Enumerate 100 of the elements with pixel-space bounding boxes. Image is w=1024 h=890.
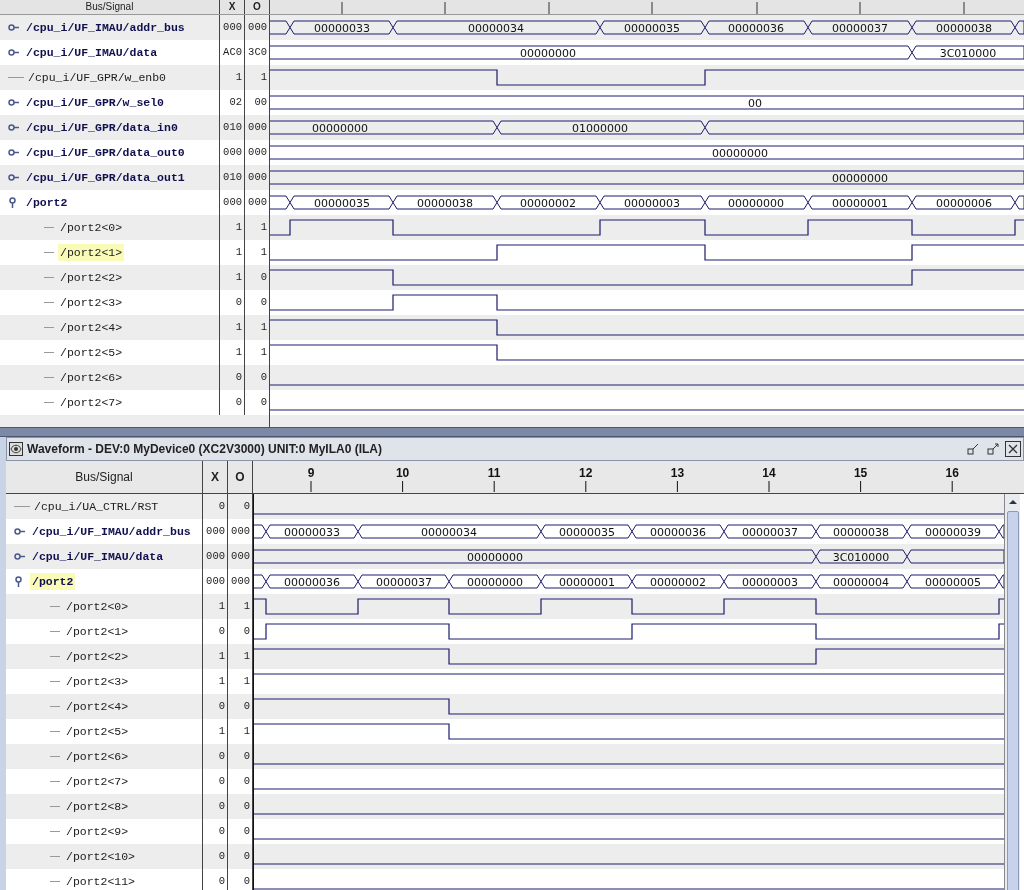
o-value: 0	[243, 498, 250, 514]
x-value: 0	[218, 698, 225, 714]
x-value: 000	[206, 548, 225, 564]
bus-value: 00000001	[559, 575, 615, 589]
signal-name[interactable]: /port2<7>	[64, 772, 131, 791]
signal-name[interactable]: /cpu_i/UF_GPR/data_in0	[24, 118, 180, 137]
x-value: 1	[235, 244, 242, 260]
x-value: 0	[218, 798, 225, 814]
collapsed-node-icon[interactable]	[8, 149, 19, 156]
scrollbar-thumb[interactable]	[1006, 511, 1019, 890]
bus-value: 00000033	[284, 525, 340, 539]
close-button[interactable]	[1005, 441, 1021, 457]
o-value: 0	[243, 773, 250, 789]
signal-name[interactable]: /port2<5>	[64, 722, 131, 741]
bus-value: 00000003	[742, 575, 798, 589]
signal-name[interactable]: /cpu_i/UF_IMAU/addr_bus	[30, 522, 193, 541]
ruler-tick: 15	[853, 466, 868, 493]
signal-name[interactable]: /port2<5>	[58, 343, 125, 362]
bus-value: 00000035	[624, 21, 680, 35]
signal-name[interactable]: /cpu_i/UF_GPR/data_out1	[24, 168, 187, 187]
x-value: 1	[218, 598, 225, 614]
column-header[interactable]: X	[211, 468, 219, 486]
signal-name[interactable]: /port2<9>	[64, 822, 131, 841]
o-value: 0	[260, 369, 267, 385]
collapsed-node-icon[interactable]	[14, 528, 25, 535]
ruler-tick: 11	[487, 466, 501, 493]
o-value: 1	[260, 69, 267, 85]
o-value: 000	[248, 144, 267, 160]
x-value: 010	[223, 169, 242, 185]
bus-value: 00000000	[520, 46, 576, 60]
bus-value: 00000035	[559, 525, 615, 539]
bus-value: 00000036	[728, 21, 784, 35]
signal-name[interactable]: /cpu_i/UF_IMAU/data	[24, 43, 160, 62]
signal-name[interactable]: /port2<6>	[58, 368, 125, 387]
x-value: 0	[218, 498, 225, 514]
signal-name[interactable]: /port2<2>	[64, 647, 131, 666]
o-value: 000	[231, 523, 250, 539]
app-icon	[9, 442, 23, 456]
signal-name[interactable]: /port2<6>	[64, 747, 131, 766]
expanded-node-icon[interactable]	[14, 576, 23, 587]
x-value: 0	[218, 773, 225, 789]
column-header[interactable]: O	[235, 468, 245, 486]
o-value: 0	[243, 748, 250, 764]
column-header[interactable]: Bus/Signal	[75, 468, 133, 486]
signal-name[interactable]: /cpu_i/UF_GPR/data_out0	[24, 143, 187, 162]
collapsed-node-icon[interactable]	[8, 124, 19, 131]
bus-value: 00000001	[832, 196, 888, 210]
signal-name[interactable]: /cpu_i/UF_GPR/w_sel0	[24, 93, 167, 112]
signal-name[interactable]: /cpu_i/UF_GPR/w_enb0	[26, 68, 169, 87]
x-value: 1	[218, 673, 225, 689]
x-value: 0	[235, 394, 242, 410]
collapsed-node-icon[interactable]	[14, 553, 25, 560]
signal-name[interactable]: /cpu_i/UF_IMAU/addr_bus	[24, 18, 187, 37]
bus-value: 00000000	[467, 550, 523, 564]
collapsed-node-icon[interactable]	[8, 99, 19, 106]
collapsed-node-icon[interactable]	[8, 24, 19, 31]
ruler-tick: 14	[762, 466, 776, 493]
vertical-scrollbar[interactable]	[1004, 494, 1020, 890]
signal-name[interactable]: /port2<1>	[58, 243, 125, 262]
expanded-node-icon[interactable]	[8, 197, 17, 208]
signal-name[interactable]: /port2<0>	[64, 597, 131, 616]
o-value: 1	[243, 598, 250, 614]
column-header[interactable]: O	[253, 2, 261, 12]
bus-value: 00000038	[833, 525, 889, 539]
column-header[interactable]: X	[228, 2, 236, 12]
signal-name[interactable]: /cpu_i/UA_CTRL/RST	[32, 497, 161, 516]
signal-name[interactable]: /port2<7>	[58, 393, 125, 412]
signal-name[interactable]: /port2<2>	[58, 268, 125, 287]
signal-name[interactable]: /port2<3>	[64, 672, 131, 691]
signal-name[interactable]: /port2<10>	[64, 847, 137, 866]
signal-name[interactable]: /port2<0>	[58, 218, 125, 237]
x-value: 1	[235, 269, 242, 285]
window-title: Waveform - DEV:0 MyDevice0 (XC2V3000) UNIT:0 MyILA0 (ILA)	[27, 441, 382, 458]
signal-name[interactable]: /port2	[30, 572, 76, 591]
signal-name[interactable]: /cpu_i/UF_IMAU/data	[30, 547, 166, 566]
ruler-tick: 16	[945, 466, 959, 493]
scroll-up-icon[interactable]	[1007, 497, 1018, 507]
bus-value: 00000003	[624, 196, 680, 210]
x-value: 1	[218, 723, 225, 739]
bus-value: 00000006	[936, 196, 992, 210]
collapsed-node-icon[interactable]	[8, 49, 19, 56]
minimize-button[interactable]	[965, 441, 981, 457]
maximize-button[interactable]	[985, 441, 1001, 457]
ruler-tick: 13	[670, 466, 685, 493]
o-value: 000	[248, 194, 267, 210]
signal-name[interactable]: /port2<8>	[64, 797, 131, 816]
signal-name[interactable]: /port2<1>	[64, 622, 131, 641]
o-value: 0	[260, 294, 267, 310]
x-value: 000	[223, 194, 242, 210]
column-header[interactable]: Bus/Signal	[85, 2, 134, 12]
bus-value: 00000000	[832, 171, 888, 185]
bus-value: 00000004	[833, 575, 889, 589]
bus-value: 00000034	[468, 21, 524, 35]
collapsed-node-icon[interactable]	[8, 174, 19, 181]
signal-name[interactable]: /port2<4>	[64, 697, 131, 716]
x-value: 0	[218, 848, 225, 864]
signal-name[interactable]: /port2	[24, 193, 70, 212]
signal-name[interactable]: /port2<3>	[58, 293, 125, 312]
signal-name[interactable]: /port2<4>	[58, 318, 125, 337]
signal-name[interactable]: /port2<11>	[64, 872, 137, 890]
